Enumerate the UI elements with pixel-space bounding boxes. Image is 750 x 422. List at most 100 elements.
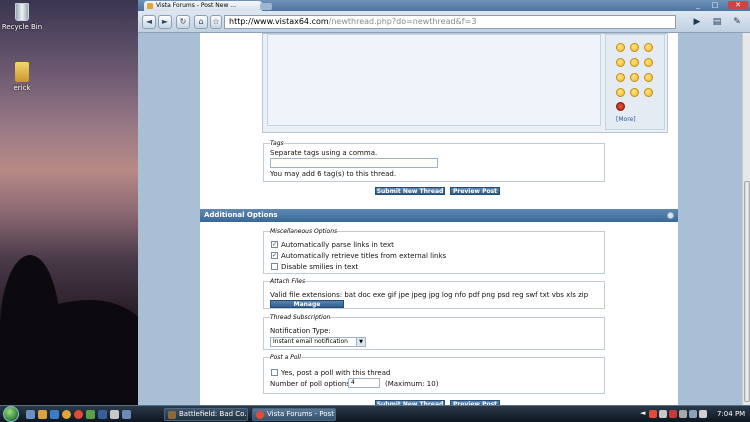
misc-options-legend: Miscellaneous Options <box>270 228 338 235</box>
erick-label: erick <box>13 84 31 92</box>
internet-explorer-icon[interactable] <box>50 410 59 419</box>
tray-app-icon[interactable] <box>659 410 667 418</box>
retrieve-titles-label: Automatically retrieve titles from exter… <box>281 252 447 260</box>
scrollbar-thumb[interactable] <box>744 181 750 402</box>
poll-options-input[interactable]: 4 <box>348 378 380 388</box>
recycle-bin-desktop-icon[interactable]: Recycle Bin <box>0 3 44 31</box>
message-textarea[interactable] <box>267 34 601 126</box>
steam-icon[interactable] <box>122 410 131 419</box>
browser-toolbar: ◄ ► ↻ ⌂ ☆ http://www.vistax64.com/newthr… <box>138 11 750 33</box>
notification-type-select[interactable]: Instant email notification ▼ <box>270 337 366 347</box>
tray-expand-icon[interactable]: ◄ <box>640 409 645 417</box>
user-folder-icon <box>15 62 29 82</box>
poll-options-label: Number of poll options: <box>270 380 353 388</box>
notification-type-label: Notification Type: <box>270 327 331 335</box>
bookmark-star-icon[interactable]: ☆ <box>210 15 222 29</box>
media-player-icon[interactable] <box>98 410 107 419</box>
chrome-icon[interactable] <box>74 410 83 419</box>
parse-links-checkbox[interactable]: ✓ <box>271 241 278 248</box>
taskbar: Battlefield: Bad Co... Vista Forums - Po… <box>0 405 750 422</box>
submit-new-thread-button[interactable]: Submit New Thread <box>375 187 445 195</box>
post-poll-checkbox[interactable] <box>271 369 278 376</box>
smiley-icon[interactable] <box>630 88 639 97</box>
collapse-icon[interactable] <box>667 212 674 219</box>
reload-icon[interactable]: ↻ <box>176 15 190 29</box>
battlefield-icon <box>168 411 176 419</box>
erick-desktop-icon[interactable]: erick <box>0 62 44 92</box>
manage-attachments-button[interactable]: Manage Attachments <box>270 300 344 316</box>
network-icon[interactable] <box>689 410 697 418</box>
tags-input[interactable] <box>270 158 438 168</box>
page-menu-icon[interactable]: ▤ <box>710 15 724 29</box>
home-icon[interactable]: ⌂ <box>194 15 208 29</box>
close-button[interactable]: ✕ <box>728 1 748 9</box>
back-arrow-icon[interactable]: ◄ <box>142 15 156 29</box>
thread-subscription-legend: Thread Subscription <box>270 314 331 321</box>
notification-type-value: Instant email notification <box>273 338 348 345</box>
smiley-icon[interactable] <box>616 73 625 82</box>
volume-icon[interactable] <box>699 410 707 418</box>
poll-maximum-text: (Maximum: 10) <box>385 380 439 388</box>
more-smilies-link[interactable]: [More] <box>616 116 636 123</box>
chevron-down-icon: ▼ <box>356 338 365 346</box>
tags-legend: Tags <box>270 140 284 147</box>
minimize-button[interactable]: _ <box>691 1 705 9</box>
maximize-button[interactable]: □ <box>708 1 722 9</box>
taskbar-item-battlefield[interactable]: Battlefield: Bad Co... <box>164 408 248 421</box>
show-desktop-icon[interactable] <box>26 410 35 419</box>
smiley-icon[interactable] <box>644 88 653 97</box>
gamepad-icon[interactable] <box>110 410 119 419</box>
recycle-bin-icon <box>15 3 29 21</box>
smiley-icon[interactable] <box>644 43 653 52</box>
smiley-icon[interactable] <box>616 88 625 97</box>
tab-strip: Vista Forums - Post New ... _ □ ✕ <box>138 0 750 11</box>
browser-window: Vista Forums - Post New ... _ □ ✕ ◄ ► ↻ … <box>138 0 750 405</box>
tab-title: Vista Forums - Post New ... <box>156 2 237 9</box>
switch-windows-icon[interactable] <box>38 410 47 419</box>
smiley-icon[interactable] <box>616 58 625 67</box>
valid-extensions-text: Valid file extensions: bat doc exe gif j… <box>270 291 589 299</box>
post-poll-label: Yes, post a poll with this thread <box>281 369 391 377</box>
tray-app-icon[interactable] <box>649 410 657 418</box>
smiley-icon[interactable] <box>644 58 653 67</box>
editor-panel: [More] <box>262 33 668 133</box>
taskbar-item-vista-forums[interactable]: Vista Forums - Post ... <box>252 408 336 421</box>
clock[interactable]: 7:04 PM <box>717 408 745 421</box>
system-tray: ◄ 7:04 PM <box>640 408 750 421</box>
address-bar[interactable]: http://www.vistax64.com/newthread.php?do… <box>224 15 676 29</box>
parse-links-label: Automatically parse links in text <box>281 241 394 249</box>
start-button[interactable] <box>3 406 19 422</box>
taskbar-item-label: Battlefield: Bad Co... <box>179 410 248 418</box>
go-arrow-icon[interactable]: ▶ <box>690 15 704 29</box>
forward-arrow-icon[interactable]: ► <box>158 15 172 29</box>
attach-files-legend: Attach Files <box>270 278 306 285</box>
tree-silhouette <box>0 255 60 405</box>
smiley-icon[interactable] <box>630 58 639 67</box>
preview-post-button[interactable]: Preview Post <box>450 187 500 195</box>
smilies-box: [More] <box>605 34 665 130</box>
tab-vista-forums[interactable]: Vista Forums - Post New ... <box>144 1 262 11</box>
chrome-icon <box>256 411 264 419</box>
vista-forums-favicon-icon <box>147 3 153 9</box>
retrieve-titles-checkbox[interactable]: ✓ <box>271 252 278 259</box>
quick-launch-app-icon[interactable] <box>86 410 95 419</box>
disable-smilies-checkbox[interactable] <box>271 263 278 270</box>
smiley-icon[interactable] <box>644 73 653 82</box>
url-host: http://www.vistax64.com <box>229 17 329 26</box>
smiley-icon[interactable] <box>630 43 639 52</box>
additional-options-header[interactable]: Additional Options <box>200 209 678 222</box>
new-tab-button[interactable] <box>260 3 272 10</box>
taskbar-item-label: Vista Forums - Post ... <box>267 410 336 418</box>
vertical-scrollbar[interactable] <box>742 33 750 405</box>
smiley-icon[interactable] <box>630 73 639 82</box>
firefox-icon[interactable] <box>62 410 71 419</box>
tray-app-icon[interactable] <box>669 410 677 418</box>
disable-smilies-label: Disable smilies in text <box>281 263 359 271</box>
tray-app-icon[interactable] <box>679 410 687 418</box>
page-viewport: [More] Tags Separate tags using a comma.… <box>138 33 750 405</box>
recycle-bin-label: Recycle Bin <box>1 23 43 31</box>
devil-smiley-icon[interactable] <box>616 102 625 111</box>
wrench-icon[interactable]: ✎ <box>730 15 744 29</box>
smiley-icon[interactable] <box>616 43 625 52</box>
tags-hint: Separate tags using a comma. <box>270 149 378 157</box>
